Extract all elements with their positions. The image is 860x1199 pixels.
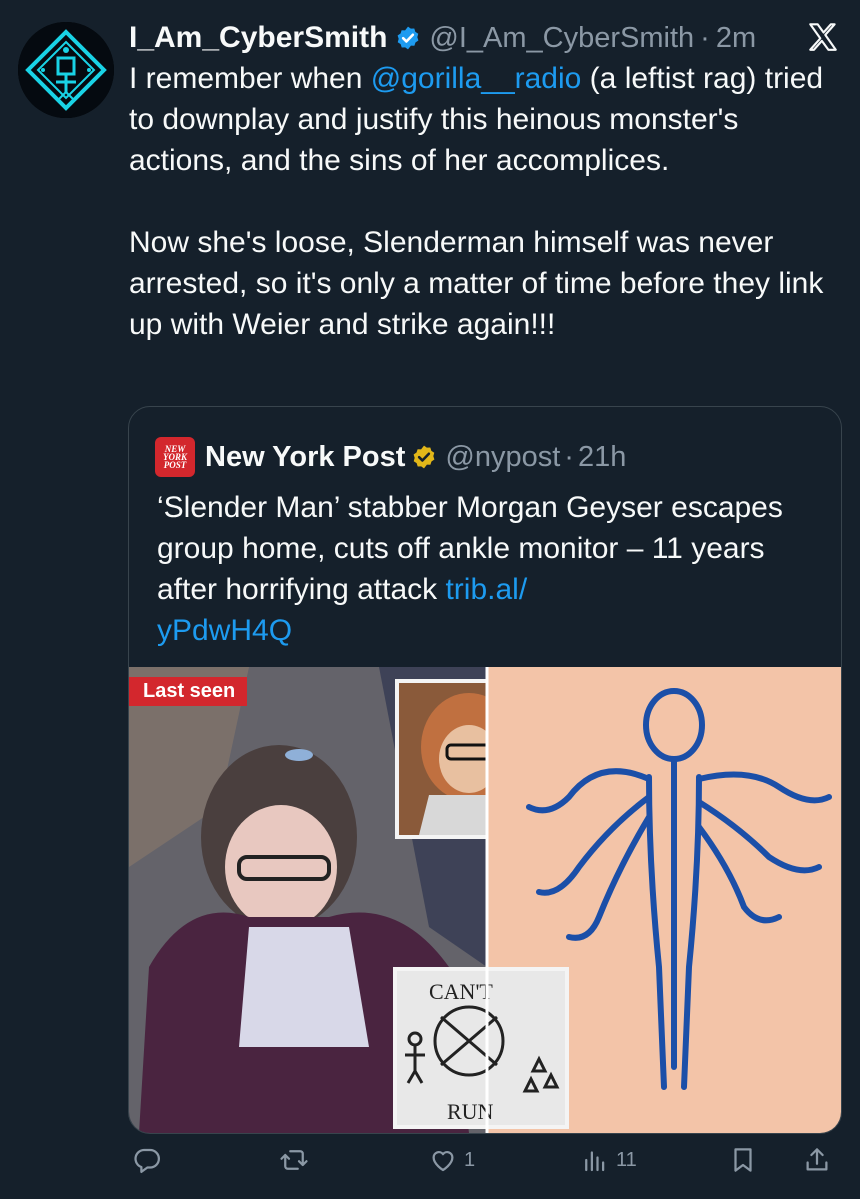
drawing-text-top: CAN'T <box>429 979 493 1004</box>
tweet-action-bar: 1 11 <box>128 1145 840 1185</box>
retweet-button[interactable] <box>278 1145 310 1175</box>
views-icon <box>585 1151 605 1172</box>
article-link-part-2[interactable]: yPdwH4Q <box>157 614 292 647</box>
verified-badge-icon <box>395 25 421 51</box>
nypost-avatar[interactable]: NEW YORK POST <box>155 437 195 477</box>
nypost-logo-line-3: POST <box>163 460 187 470</box>
like-count: 1 <box>464 1148 476 1171</box>
heart-icon <box>432 1151 454 1172</box>
quoted-media-image[interactable]: CAN'T RUN Last seen <box>129 667 841 1133</box>
quoted-tweet-header: NEW YORK POST New York Post @nypost · 21… <box>155 437 626 477</box>
tweet-paragraph-2: Now she's loose, Slenderman himself was … <box>129 226 824 341</box>
retweet-icon <box>280 1150 308 1170</box>
last-seen-badge: Last seen <box>129 677 248 706</box>
views-button[interactable]: 11 <box>580 1145 637 1175</box>
article-link-part-1[interactable]: trib.al/ <box>445 573 527 606</box>
tweet-paragraph-1: I remember when @gorilla__radio (a lefti… <box>129 58 839 181</box>
quoted-separator-dot: · <box>564 440 574 473</box>
bookmark-icon <box>734 1148 752 1172</box>
views-count: 11 <box>616 1148 637 1171</box>
quoted-tweet-text: ‘Slender Man’ stabber Morgan Geyser esca… <box>157 487 827 651</box>
tweet-text-intro: I remember when <box>129 62 371 95</box>
quoted-timestamp[interactable]: 21h <box>578 441 626 474</box>
author-handle[interactable]: @I_Am_CyberSmith <box>429 22 694 55</box>
x-logo-icon <box>806 20 840 59</box>
separator-dot: · <box>700 21 710 54</box>
quoted-handle[interactable]: @nypost <box>445 441 560 474</box>
profile-avatar[interactable] <box>18 22 114 118</box>
gold-verified-badge-icon <box>411 444 437 470</box>
quoted-tweet-card[interactable]: NEW YORK POST New York Post @nypost · 21… <box>128 406 842 1134</box>
media-collage-image: CAN'T RUN <box>129 667 841 1133</box>
like-button[interactable]: 1 <box>428 1145 475 1175</box>
share-icon <box>806 1148 828 1171</box>
tweet-text: I remember when @gorilla__radio (a lefti… <box>129 58 839 345</box>
reply-button[interactable] <box>132 1145 162 1175</box>
author-display-name[interactable]: I_Am_CyberSmith <box>129 21 387 55</box>
bookmark-button[interactable] <box>728 1145 758 1175</box>
quoted-display-name[interactable]: New York Post <box>205 441 405 474</box>
share-button[interactable] <box>802 1145 832 1175</box>
reply-icon <box>134 1148 160 1173</box>
tweet-header: I_Am_CyberSmith @I_Am_CyberSmith · 2m <box>129 14 840 62</box>
avatar-logo-icon <box>18 22 114 118</box>
mention-link[interactable]: @gorilla__radio <box>371 62 582 95</box>
tweet-timestamp[interactable]: 2m <box>716 22 756 55</box>
